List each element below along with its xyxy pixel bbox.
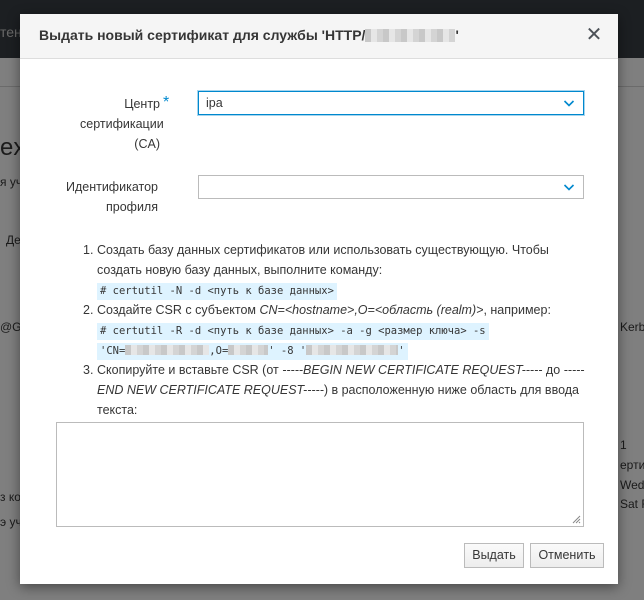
ca-label-line3: (CA) [134, 137, 160, 151]
csr-instructions: 1. Создать базу данных сертификатов или … [83, 240, 593, 420]
redacted-hostname [125, 345, 210, 355]
step3-text-mid: до [542, 363, 564, 377]
code-fragment: ' -8 ' [268, 345, 307, 357]
step-number: 1. [83, 243, 94, 257]
profile-label-line1: Идентификатор [65, 180, 158, 194]
resize-handle-icon[interactable] [572, 515, 581, 524]
instruction-step-1: 1. Создать базу данных сертификатов или … [83, 240, 593, 300]
step2-subject: CN=<hostname>,O=<область (realm)> [259, 303, 484, 317]
ca-label-line1: Центр [124, 97, 160, 111]
step3-text: Скопируйте и вставьте CSR (от [97, 363, 283, 377]
instruction-step-3: 3. Скопируйте и вставьте CSR (от -----BE… [83, 360, 593, 420]
redacted-realm [228, 345, 269, 355]
code-fragment: 'CN= [100, 345, 126, 357]
step3-begin-marker: -----BEGIN NEW CERTIFICATE REQUEST----- [282, 363, 543, 377]
ca-select-value: ipa [206, 96, 223, 110]
required-indicator: * [163, 94, 170, 111]
redacted-san [306, 345, 399, 355]
chevron-down-icon [563, 100, 575, 107]
step1-command: # certutil -N -d <путь к базе данных> [97, 283, 337, 300]
step2-command-line2: 'CN= ,O= ' -8 ' ' [97, 343, 408, 360]
issue-certificate-dialog: Выдать новый сертификат для службы 'HTTP… [20, 14, 618, 584]
csr-textarea[interactable] [56, 422, 584, 527]
ca-label-line2: сертификации [80, 117, 164, 131]
step2-command-line1: # certutil -R -d <путь к базе данных> -a… [97, 323, 489, 340]
profile-select[interactable] [198, 175, 584, 199]
ca-select[interactable]: ipa [198, 91, 584, 115]
profile-label: Идентификатор профиля [40, 177, 158, 217]
step-number: 2. [83, 303, 94, 317]
redacted-service-name [365, 29, 456, 42]
ca-label: Центр сертификации (CA) [80, 94, 164, 154]
step2-text: Создайте CSR с субъектом [97, 303, 260, 317]
profile-label-line2: профиля [105, 200, 158, 214]
close-icon[interactable]: ✕ [584, 24, 604, 46]
dialog-title-suffix: ' [455, 27, 459, 43]
step-number: 3. [83, 363, 94, 377]
chevron-down-icon [563, 184, 575, 191]
step1-text: Создать базу данных сертификатов или исп… [97, 243, 549, 277]
issue-button[interactable]: Выдать [464, 543, 524, 568]
dialog-title-prefix: Выдать новый сертификат для службы 'HTTP… [39, 27, 366, 43]
instruction-step-2: 2. Создайте CSR с субъектом CN=<hostname… [83, 300, 593, 360]
dialog-header: Выдать новый сертификат для службы 'HTTP… [20, 14, 618, 59]
step2-text-post: , например: [483, 303, 551, 317]
code-fragment: ,O= [209, 345, 229, 357]
dialog-title: Выдать новый сертификат для службы 'HTTP… [39, 27, 459, 43]
cancel-button[interactable]: Отменить [530, 543, 604, 568]
code-fragment: ' [398, 345, 405, 357]
